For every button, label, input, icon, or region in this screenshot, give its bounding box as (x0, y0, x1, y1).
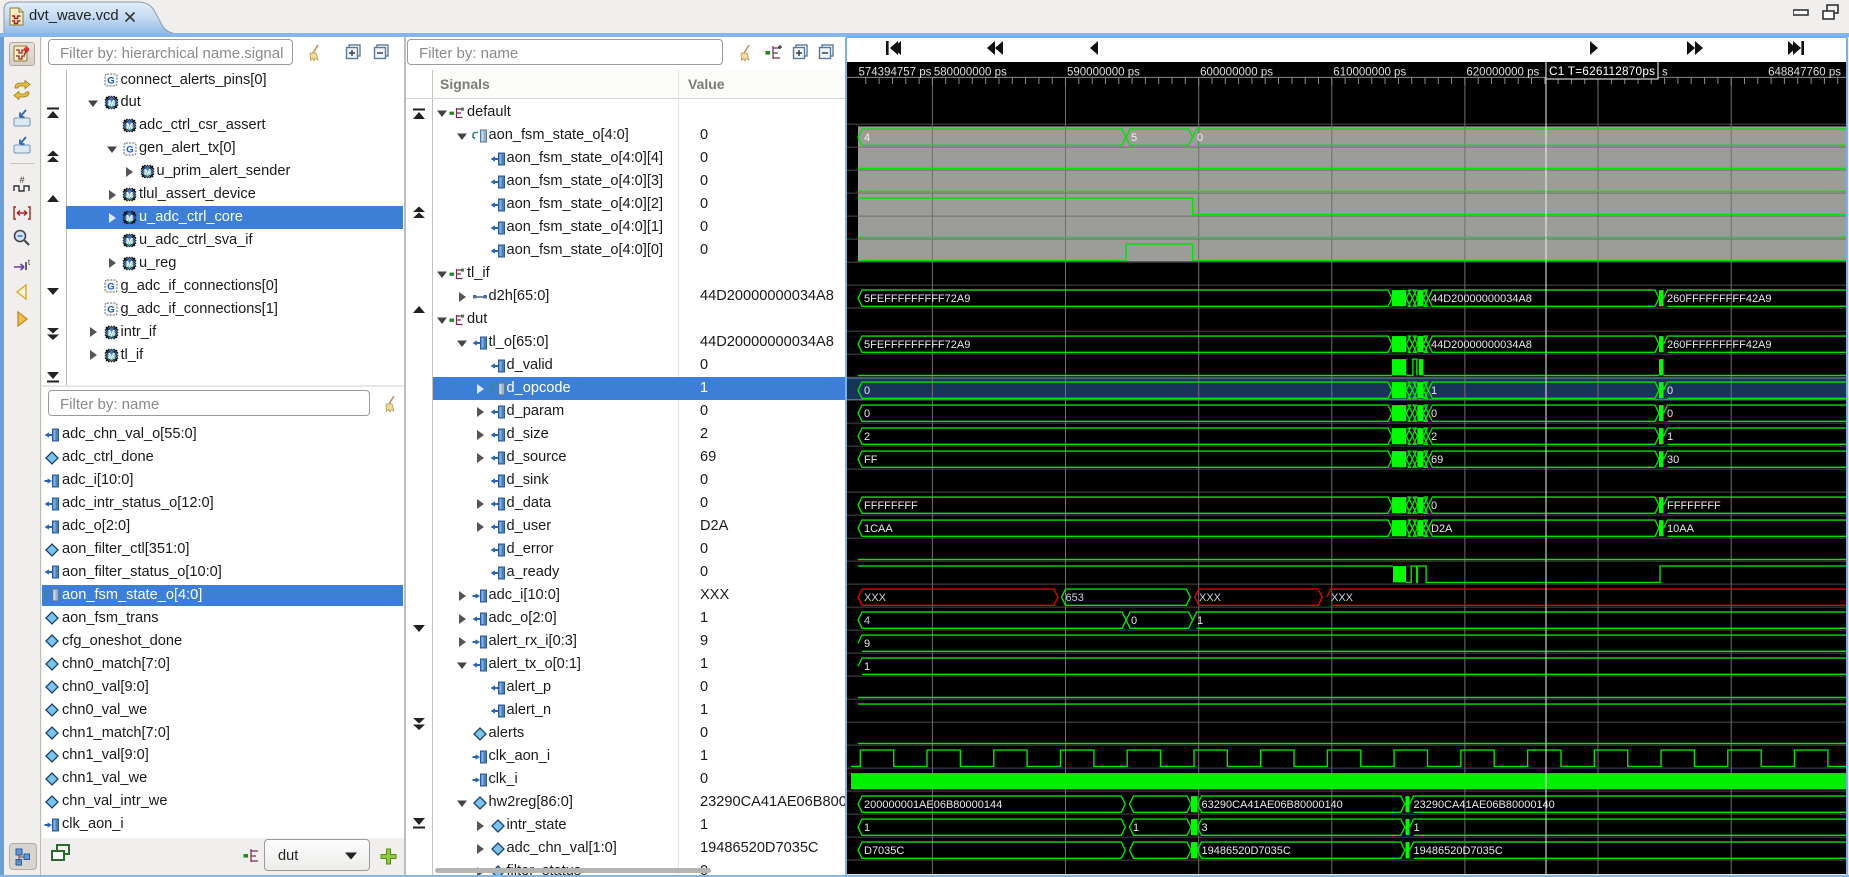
svg-text:2: 2 (1431, 431, 1437, 443)
svg-text:4: 4 (864, 615, 870, 627)
svg-text:200000001AE06B80000144: 200000001AE06B80000144 (864, 799, 1002, 811)
svg-text:3: 3 (1202, 822, 1208, 834)
svg-text:0: 0 (1667, 408, 1673, 420)
svg-text:19486520D7035C: 19486520D7035C (1202, 845, 1291, 857)
svg-text:260FFFFFFFFF42A9: 260FFFFFFFFF42A9 (1667, 293, 1772, 305)
svg-text:XXX: XXX (1199, 592, 1222, 604)
svg-text:0: 0 (1131, 615, 1137, 627)
svg-text:63290CA41AE06B80000140: 63290CA41AE06B80000140 (1202, 799, 1343, 811)
svg-text:44D20000000034A8: 44D20000000034A8 (1431, 293, 1532, 305)
svg-text:0: 0 (1667, 385, 1673, 397)
svg-text:648847760 ps: 648847760 ps (1768, 67, 1841, 79)
svg-text:0: 0 (864, 408, 870, 420)
svg-text:XXX: XXX (864, 592, 887, 604)
svg-text:590000000 ps: 590000000 ps (1067, 67, 1140, 79)
svg-text:0: 0 (1431, 408, 1437, 420)
svg-text:580000000 ps: 580000000 ps (934, 67, 1007, 79)
svg-text:s: s (1662, 67, 1668, 79)
svg-text:D2A: D2A (1431, 523, 1453, 535)
svg-text:0: 0 (864, 385, 870, 397)
svg-text:1CAA: 1CAA (864, 523, 893, 535)
svg-text:4: 4 (864, 132, 870, 144)
svg-text:0: 0 (1431, 500, 1437, 512)
svg-text:1: 1 (1197, 615, 1203, 627)
svg-text:19486520D7035C: 19486520D7035C (1414, 845, 1503, 857)
svg-text:620000000 ps: 620000000 ps (1466, 67, 1539, 79)
svg-text:260FFFFFFFFF42A9: 260FFFFFFFFF42A9 (1667, 339, 1772, 351)
svg-text:FFFFFFFF: FFFFFFFF (1667, 500, 1721, 512)
svg-text:574394757 ps: 574394757 ps (859, 67, 932, 79)
svg-text:5FEFFFFFFFFF72A9: 5FEFFFFFFFFF72A9 (864, 339, 970, 351)
svg-text:FFFFFFFF: FFFFFFFF (864, 500, 918, 512)
svg-text:1: 1 (1431, 385, 1437, 397)
svg-text:0: 0 (1197, 132, 1203, 144)
svg-text:FF: FF (864, 454, 878, 466)
svg-text:1: 1 (864, 822, 870, 834)
svg-text:1: 1 (1133, 822, 1139, 834)
svg-text:1: 1 (1667, 431, 1673, 443)
svg-text:653: 653 (1066, 592, 1084, 604)
svg-text:1: 1 (1414, 822, 1420, 834)
svg-text:XXX: XXX (1331, 592, 1354, 604)
svg-text:10AA: 10AA (1667, 523, 1695, 535)
svg-text:23290CA41AE06B80000140: 23290CA41AE06B80000140 (1414, 799, 1555, 811)
svg-text:2: 2 (864, 431, 870, 443)
svg-text:D7035C: D7035C (864, 845, 904, 857)
svg-text:600000000 ps: 600000000 ps (1200, 67, 1273, 79)
svg-text:C1 T=626112870ps: C1 T=626112870ps (1549, 64, 1655, 78)
svg-text:5: 5 (1131, 132, 1137, 144)
svg-text:69: 69 (1431, 454, 1443, 466)
svg-text:9: 9 (864, 638, 870, 650)
svg-text:30: 30 (1667, 454, 1679, 466)
svg-text:44D20000000034A8: 44D20000000034A8 (1431, 339, 1532, 351)
svg-text:5FEFFFFFFFFF72A9: 5FEFFFFFFFFF72A9 (864, 293, 970, 305)
svg-text:1: 1 (864, 661, 870, 673)
svg-text:610000000 ps: 610000000 ps (1333, 67, 1406, 79)
